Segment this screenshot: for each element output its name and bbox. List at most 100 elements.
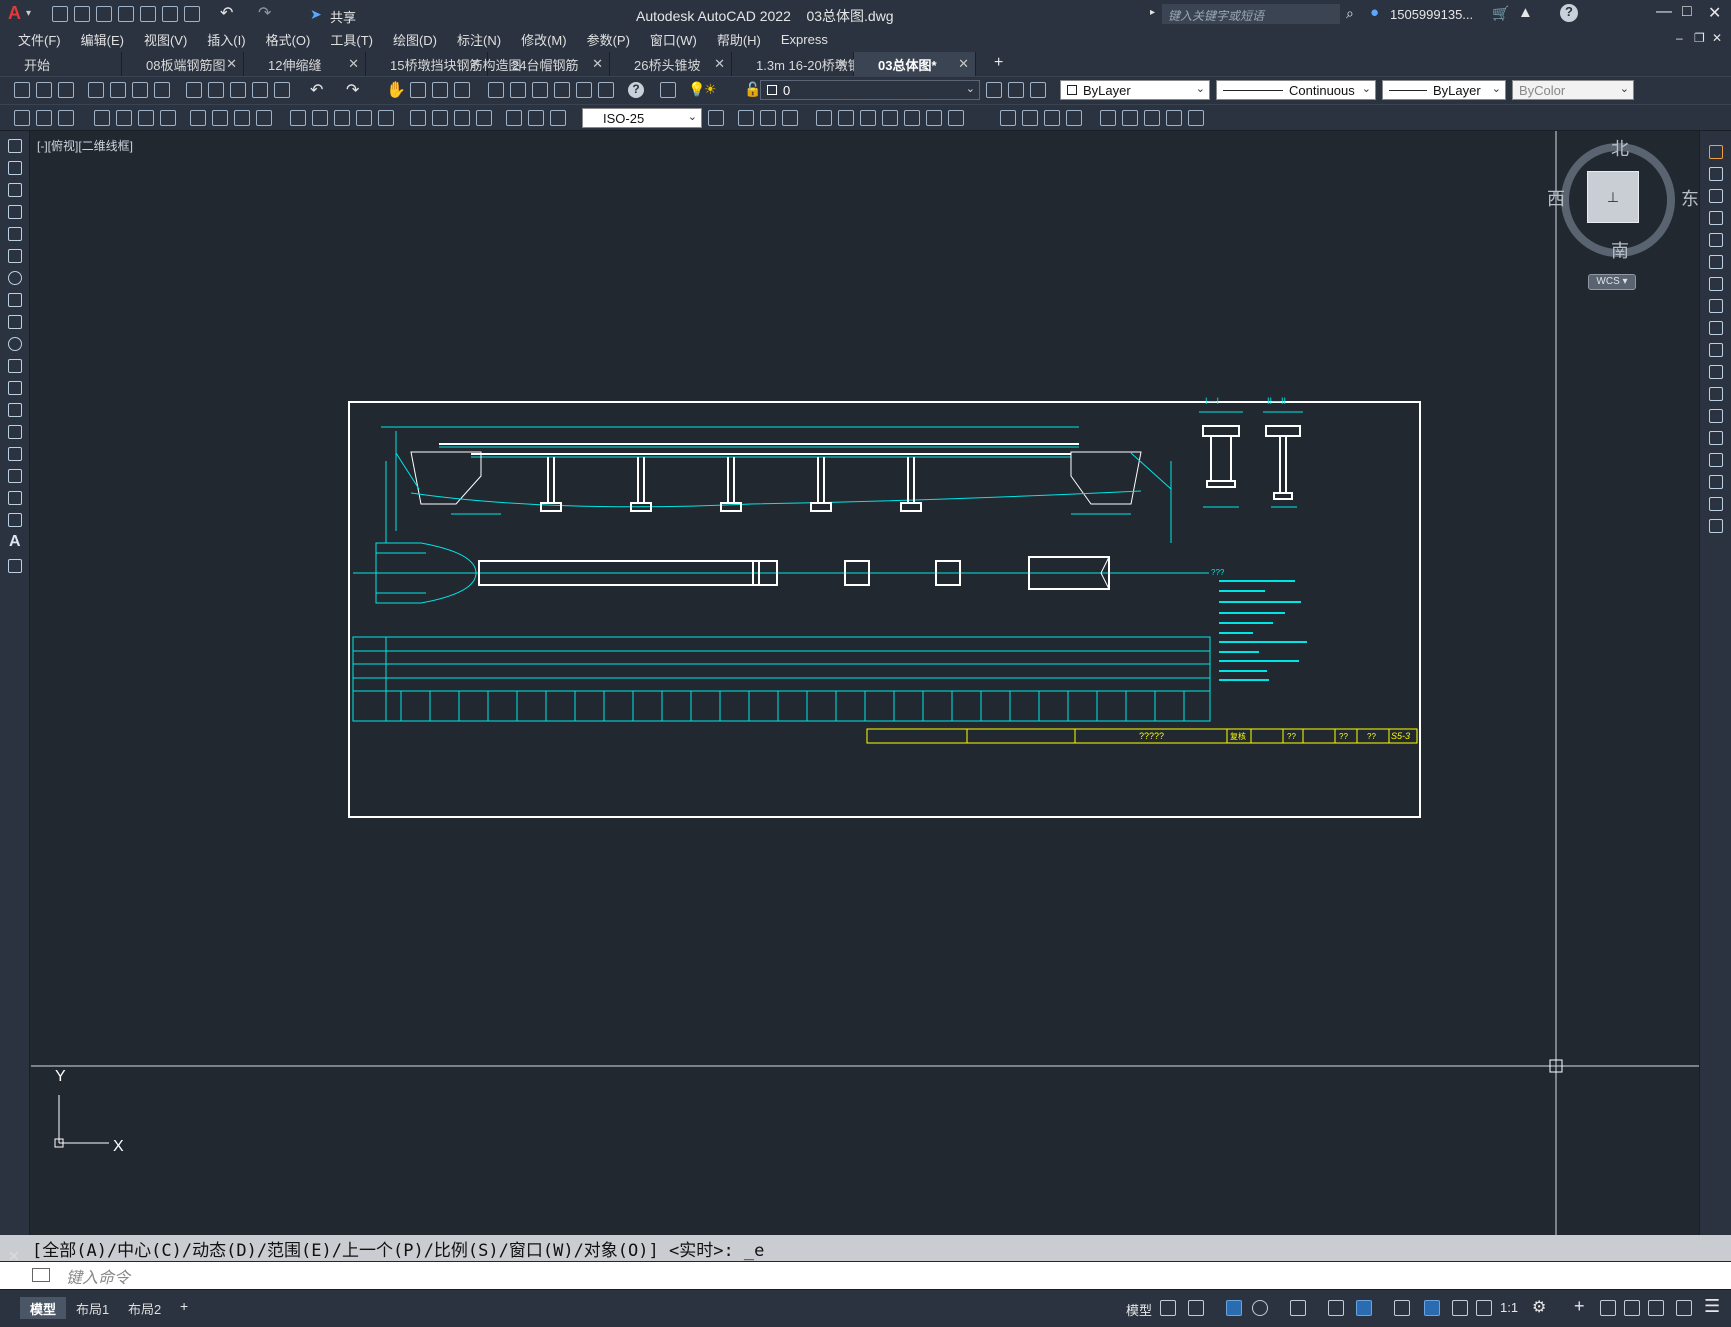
annotation-monitor-icon[interactable]: + xyxy=(1574,1296,1585,1317)
add-selected-icon[interactable] xyxy=(8,559,22,573)
rectangle-icon[interactable] xyxy=(8,227,22,241)
view-front-icon[interactable] xyxy=(1000,110,1016,126)
stretch-icon[interactable] xyxy=(1709,321,1723,335)
help-icon[interactable]: ? xyxy=(628,82,644,98)
menu-draw[interactable]: 绘图(D) xyxy=(383,30,447,49)
isolate-objects-icon[interactable] xyxy=(1624,1300,1640,1316)
tolerance-icon[interactable] xyxy=(410,110,426,126)
undo-icon[interactable]: ↶ xyxy=(220,3,233,23)
layer-previous-icon[interactable] xyxy=(1008,82,1024,98)
help-icon[interactable]: ? xyxy=(1560,4,1578,22)
view-left-icon[interactable] xyxy=(1044,110,1060,126)
properties-icon[interactable] xyxy=(488,82,504,98)
linear-dim-icon[interactable] xyxy=(94,110,110,126)
close-window-icon[interactable]: ✕ xyxy=(1708,3,1721,23)
point-icon[interactable] xyxy=(8,425,22,439)
maximize-window-icon[interactable]: □ xyxy=(1682,3,1692,21)
snap-icon[interactable] xyxy=(1188,1300,1204,1316)
scale-icon[interactable] xyxy=(926,110,942,126)
calculator-icon[interactable] xyxy=(598,82,614,98)
region-icon[interactable] xyxy=(8,491,22,505)
dim-style-icon[interactable] xyxy=(708,110,724,126)
drawing-canvas[interactable]: [-][俯视][二维线框] I—I II—II ??? ????? 复核 ?? … xyxy=(31,131,1699,1235)
view-top-icon[interactable] xyxy=(1022,110,1038,126)
arc-icon[interactable] xyxy=(8,249,22,263)
redo-icon[interactable]: ↷ xyxy=(346,80,359,100)
compass-north[interactable]: 北 xyxy=(1611,135,1629,161)
aligned-dim-icon[interactable] xyxy=(116,110,132,126)
layout-tab-1[interactable]: 布局1 xyxy=(66,1297,119,1319)
table-icon[interactable] xyxy=(8,513,22,527)
ungroup-icon[interactable] xyxy=(760,110,776,126)
dim-edit-icon[interactable] xyxy=(506,110,522,126)
search-icon[interactable]: ⌕ xyxy=(1346,5,1354,22)
jogged-dim-icon[interactable] xyxy=(212,110,228,126)
join-icon[interactable] xyxy=(1709,431,1723,445)
layer-freeze-icon[interactable]: ☀ xyxy=(704,81,717,98)
minimize-window-icon[interactable]: — xyxy=(1656,3,1672,21)
layer-match-icon[interactable] xyxy=(1030,82,1046,98)
grid-icon[interactable] xyxy=(1160,1300,1176,1316)
tab-26[interactable]: 26桥头锥坡 ✕ xyxy=(610,52,732,76)
annotation-scale-icon[interactable] xyxy=(1476,1300,1492,1316)
zoom-previous-icon[interactable] xyxy=(454,82,470,98)
chevron-down-icon[interactable]: ▾ xyxy=(26,8,31,19)
menu-dimension[interactable]: 标注(N) xyxy=(447,30,511,49)
array-icon[interactable] xyxy=(948,110,964,126)
add-layout-icon[interactable]: + xyxy=(180,1298,188,1314)
radius-dim-icon[interactable] xyxy=(190,110,206,126)
tab-08[interactable]: 08板端钢筋图 ✕ xyxy=(122,52,244,76)
ordinate-dim-icon[interactable] xyxy=(160,110,176,126)
erase-icon[interactable] xyxy=(1709,145,1723,159)
wcs-menu[interactable]: WCS ▾ xyxy=(1588,274,1636,290)
close-tab-icon[interactable]: ✕ xyxy=(592,56,603,72)
ellipse-icon[interactable] xyxy=(8,337,22,351)
tab-03-active[interactable]: 03总体图* ✕ xyxy=(854,52,976,76)
layer-dropdown[interactable]: 0 ⌄ xyxy=(760,80,980,100)
revision-cloud-icon[interactable] xyxy=(8,293,22,307)
menu-insert[interactable]: 插入(I) xyxy=(197,30,255,49)
center-mark-icon[interactable] xyxy=(432,110,448,126)
new-icon[interactable] xyxy=(14,82,30,98)
offset-icon[interactable] xyxy=(1709,211,1723,225)
break-at-point-icon[interactable] xyxy=(1709,387,1723,401)
autocad-logo-icon[interactable]: A xyxy=(8,3,21,24)
dim-update-icon[interactable] xyxy=(550,110,566,126)
model-space-button[interactable]: 模型 xyxy=(1126,1300,1152,1319)
baseline-dim-icon[interactable] xyxy=(312,110,328,126)
save-icon[interactable] xyxy=(96,6,112,22)
save-as-icon[interactable] xyxy=(118,6,134,22)
compass-south[interactable]: 南 xyxy=(1611,237,1629,263)
close-tab-icon[interactable]: ✕ xyxy=(958,56,969,72)
tab-24[interactable]: 24台帽钢筋 ✕ xyxy=(488,52,610,76)
menu-file[interactable]: 文件(F) xyxy=(8,30,71,49)
menu-help[interactable]: 帮助(H) xyxy=(707,30,771,49)
layout-tab-2[interactable]: 布局2 xyxy=(118,1297,171,1319)
circle-icon[interactable] xyxy=(8,271,22,285)
break-icon[interactable] xyxy=(1709,409,1723,423)
compass-west[interactable]: 西 xyxy=(1547,185,1565,211)
import-icon[interactable] xyxy=(140,6,156,22)
polygon-icon[interactable] xyxy=(8,205,22,219)
menu-window[interactable]: 窗口(W) xyxy=(640,30,707,49)
design-center-icon[interactable] xyxy=(510,82,526,98)
clip-icon[interactable] xyxy=(1144,110,1160,126)
annotation-visibility-icon[interactable] xyxy=(1424,1300,1440,1316)
angular-dim-icon[interactable] xyxy=(256,110,272,126)
sheet-set-icon[interactable] xyxy=(554,82,570,98)
continue-dim-icon[interactable] xyxy=(334,110,350,126)
3d-print-icon[interactable] xyxy=(154,82,170,98)
hardware-acceleration-icon[interactable] xyxy=(1648,1300,1664,1316)
group-edit-icon[interactable] xyxy=(782,110,798,126)
plot-icon[interactable] xyxy=(184,6,200,22)
insert-block-icon[interactable] xyxy=(8,381,22,395)
zoom-realtime-icon[interactable] xyxy=(410,82,426,98)
group-icon[interactable] xyxy=(738,110,754,126)
doc-minimize-icon[interactable]: – xyxy=(1676,31,1683,45)
arc-length-dim-icon[interactable] xyxy=(138,110,154,126)
linetype-dropdown[interactable]: Continuous ⌄ xyxy=(1216,80,1376,100)
make-current-layer-icon[interactable] xyxy=(986,82,1002,98)
tab-1-3m[interactable]: 1.3m 16-20桥墩钢筋 ✕ xyxy=(732,52,874,76)
menu-parametric[interactable]: 参数(P) xyxy=(577,30,640,49)
workspace-gear-icon[interactable]: ⚙ xyxy=(1532,1297,1546,1317)
